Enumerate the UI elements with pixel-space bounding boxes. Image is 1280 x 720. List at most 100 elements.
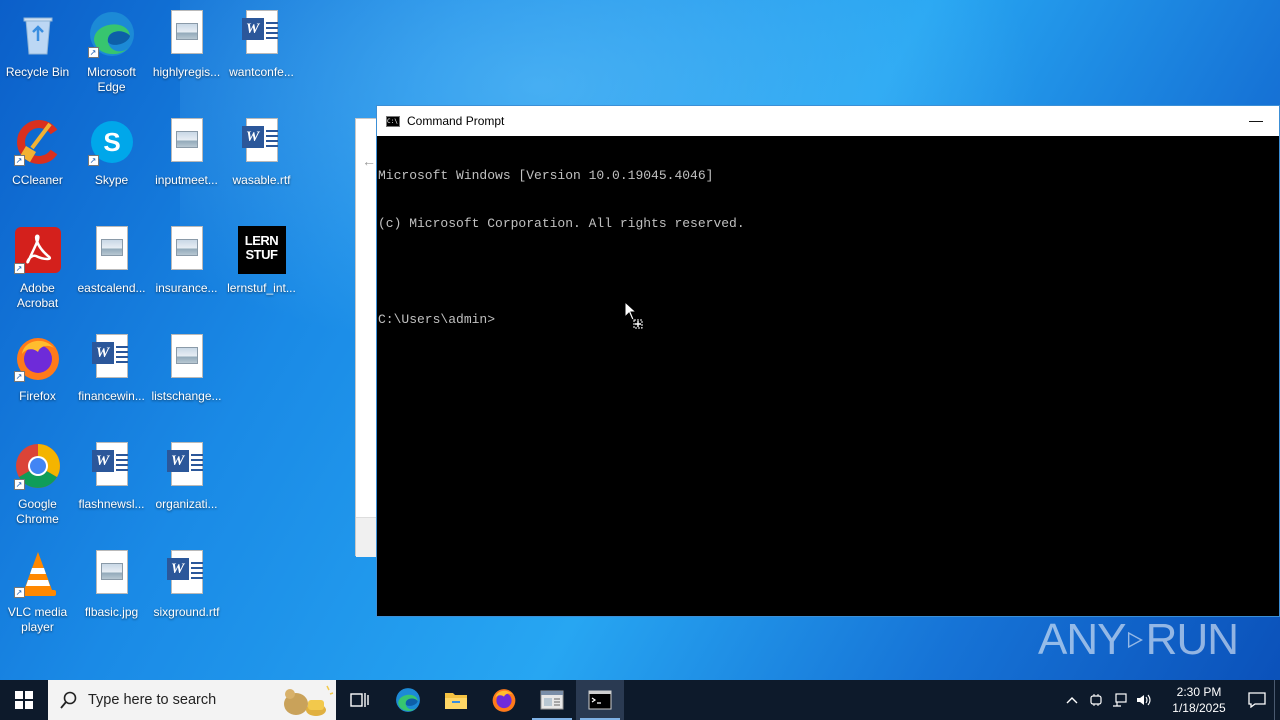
desktop-icon-label: CCleaner (12, 173, 63, 187)
desktop-icon-vlc[interactable]: ↗ VLC media player (0, 546, 75, 650)
desktop-icon-firefox[interactable]: ↗ Firefox (0, 330, 75, 434)
desktop-icon-google-chrome[interactable]: ↗ Google Chrome (0, 438, 75, 542)
shortcut-arrow-icon: ↗ (13, 263, 25, 274)
desktop-icon-inputmeet[interactable]: inputmeet... (149, 114, 224, 218)
taskbar-app-window-button[interactable] (528, 680, 576, 720)
action-center-button[interactable] (1240, 680, 1274, 720)
taskbar-file-explorer-button[interactable] (432, 680, 480, 720)
desktop-icon-flashnewsl[interactable]: W flashnewsl... (74, 438, 149, 542)
shortcut-arrow-icon: ↗ (13, 479, 25, 490)
search-highlight-illustration-icon (284, 685, 334, 716)
word-doc-icon: W (163, 442, 211, 490)
desktop-icon-financewin[interactable]: W financewin... (74, 330, 149, 434)
desktop-icon-adobe-acrobat[interactable]: ↗ Adobe Acrobat (0, 222, 75, 326)
minimize-button[interactable]: — (1233, 106, 1279, 136)
image-file-icon (88, 550, 136, 598)
desktop-icon-listschange[interactable]: listschange... (149, 330, 224, 434)
search-icon (60, 691, 77, 709)
taskbar-firefox-button[interactable] (480, 680, 528, 720)
mouse-cursor-icon (624, 301, 643, 329)
window-titlebar[interactable]: C:\ Command Prompt — (377, 106, 1279, 136)
tray-overflow-chevron-up-icon[interactable] (1060, 680, 1084, 720)
image-file-icon (163, 334, 211, 382)
task-view-icon (350, 693, 369, 707)
taskbar: Type here to search 2:30 PM 1/18/2025 (0, 680, 1280, 720)
console-line: (c) Microsoft Corporation. All rights re… (378, 216, 745, 231)
show-desktop-button[interactable] (1274, 680, 1280, 720)
desktop-icon-highlyregis[interactable]: highlyregis... (149, 6, 224, 110)
desktop-icon-wasable[interactable]: W wasable.rtf (224, 114, 299, 218)
desktop-icon-label: Skype (94, 173, 129, 187)
windows-logo-icon (15, 691, 33, 709)
watermark-text-right: RUN (1145, 615, 1239, 664)
desktop-icon-label: eastcalend... (77, 281, 146, 295)
tray-device-icon[interactable] (1084, 680, 1108, 720)
desktop-icon-label: lernstuf_int... (227, 281, 296, 295)
desktop-icon-recycle-bin[interactable]: Recycle Bin (0, 6, 75, 110)
desktop-icon-ccleaner[interactable]: ↗ CCleaner (0, 114, 75, 218)
shortcut-arrow-icon: ↗ (13, 371, 25, 382)
recycle-bin-icon (14, 10, 62, 58)
image-file-icon (163, 118, 211, 166)
desktop-icon-label: flbasic.jpg (84, 605, 139, 619)
command-prompt-icon (588, 690, 612, 710)
desktop-icon-label: wasable.rtf (232, 173, 291, 187)
desktop-icon-eastcalend[interactable]: eastcalend... (74, 222, 149, 326)
desktop-icon-lernstuf[interactable]: LERN STUF lernstuf_int... (224, 222, 299, 326)
watermark-text-left: ANY (1038, 615, 1126, 664)
desktop-icon-label: Recycle Bin (5, 65, 70, 79)
desktop-icon-label: wantconfe... (229, 65, 294, 79)
edge-icon: ↗ (87, 10, 136, 58)
lernstuf-thumbnail-icon: LERN STUF (237, 226, 286, 274)
desktop-icon-label: Microsoft Edge (87, 65, 136, 94)
firefox-icon (492, 689, 516, 712)
desktop-icon-label: Google Chrome (16, 497, 59, 526)
word-doc-icon: W (88, 442, 136, 490)
taskbar-clock[interactable]: 2:30 PM 1/18/2025 (1164, 684, 1234, 716)
console-prompt[interactable]: C:\Users\admin> (378, 312, 1279, 328)
back-arrow-icon: ← (362, 153, 376, 169)
app-window-icon (540, 690, 564, 710)
skype-icon: S ↗ (87, 118, 136, 166)
console-line: Microsoft Windows [Version 10.0.19045.40… (378, 168, 714, 183)
ccleaner-icon: ↗ (13, 118, 62, 166)
network-icon[interactable] (1108, 680, 1132, 720)
volume-icon[interactable] (1132, 680, 1156, 720)
system-tray: 2:30 PM 1/18/2025 (1060, 680, 1280, 720)
command-prompt-icon: C:\ (386, 115, 400, 127)
firefox-icon: ↗ (13, 334, 62, 382)
notification-icon (1248, 692, 1266, 708)
desktop-icon-flbasic[interactable]: flbasic.jpg (74, 546, 149, 650)
desktop-icon-label: Firefox (19, 389, 56, 403)
word-doc-icon: W (238, 10, 286, 58)
desktop-icon-insurance[interactable]: insurance... (149, 222, 224, 326)
desktop-icon-skype[interactable]: S ↗ Skype (74, 114, 149, 218)
desktop-icon-organizati[interactable]: W organizati... (149, 438, 224, 542)
desktop-icon-label: VLC media player (7, 605, 68, 634)
desktop-icon-label: listschange... (151, 389, 222, 403)
desktop-icon-sixground[interactable]: W sixground.rtf (149, 546, 224, 650)
desktop-icon-microsoft-edge[interactable]: ↗ Microsoft Edge (74, 6, 149, 110)
image-file-icon (163, 10, 211, 58)
shortcut-arrow-icon: ↗ (13, 587, 25, 598)
desktop-icon-label: inputmeet... (155, 173, 218, 187)
window-title: Command Prompt (407, 114, 505, 128)
chrome-icon: ↗ (13, 442, 62, 490)
clock-time: 2:30 PM (1176, 685, 1222, 699)
taskbar-search-box[interactable]: Type here to search (48, 680, 336, 720)
desktop-icon-label: financewin... (78, 389, 145, 403)
desktop-icon-wantconfe[interactable]: W wantconfe... (224, 6, 299, 110)
desktop-icon-label: Adobe Acrobat (16, 281, 59, 310)
word-doc-icon: W (88, 334, 136, 382)
console-output[interactable]: Microsoft Windows [Version 10.0.19045.40… (377, 136, 1279, 360)
image-file-icon (163, 226, 211, 274)
command-prompt-window[interactable]: C:\ Command Prompt — Microsoft Windows [… (376, 105, 1280, 617)
taskbar-command-prompt-button[interactable] (576, 680, 624, 720)
svg-text:S: S (103, 127, 120, 157)
start-button[interactable] (0, 680, 48, 720)
vlc-icon: ↗ (13, 550, 62, 598)
word-doc-icon: W (163, 550, 211, 598)
taskbar-edge-button[interactable] (384, 680, 432, 720)
desktop-icon-label: highlyregis... (152, 65, 221, 79)
task-view-button[interactable] (336, 680, 384, 720)
